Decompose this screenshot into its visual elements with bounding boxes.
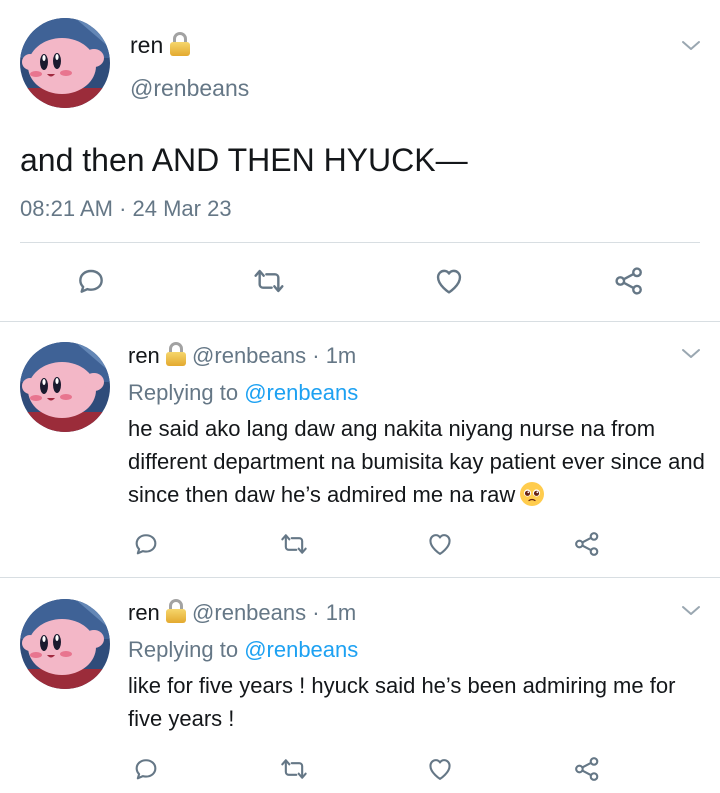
comment-icon[interactable] <box>132 530 160 558</box>
separator: · <box>306 343 326 368</box>
tweet-time[interactable]: 1m <box>326 600 357 625</box>
tweet-text-content: he said ako lang daw ang nakita niyang n… <box>128 416 705 507</box>
avatar[interactable] <box>20 342 110 432</box>
author-name[interactable]: ren <box>128 600 160 625</box>
lock-icon <box>169 32 190 56</box>
share-icon[interactable] <box>573 755 601 783</box>
reply-header: ren @renbeans · 1m <box>128 599 356 626</box>
divider <box>0 577 720 578</box>
heart-icon[interactable] <box>426 530 454 558</box>
replying-to-link[interactable]: @renbeans <box>244 637 358 662</box>
author-name-text: ren <box>130 32 164 58</box>
divider <box>20 242 700 243</box>
chevron-down-icon[interactable] <box>679 599 703 623</box>
avatar[interactable] <box>20 599 110 689</box>
chevron-down-icon[interactable] <box>679 342 703 366</box>
tweet-time[interactable]: 1m <box>326 343 357 368</box>
replying-to: Replying to @renbeans <box>128 380 358 406</box>
author-handle[interactable]: @renbeans <box>192 343 306 368</box>
share-icon[interactable] <box>573 530 601 558</box>
replying-to-label: Replying to <box>128 637 245 662</box>
retweet-icon[interactable] <box>253 265 285 297</box>
lock-icon <box>165 599 186 623</box>
lock-icon <box>165 342 186 366</box>
tweet-text: and then AND THEN HYUCK— <box>20 142 468 178</box>
author-handle[interactable]: @renbeans <box>130 75 249 102</box>
tweet-timestamp[interactable]: 08:21 AM · 24 Mar 23 <box>20 196 232 222</box>
retweet-icon[interactable] <box>280 755 308 783</box>
avatar[interactable] <box>20 18 110 108</box>
tweet-text: he said ako lang daw ang nakita niyang n… <box>128 412 708 511</box>
divider <box>0 321 720 322</box>
heart-icon[interactable] <box>433 265 465 297</box>
replying-to-label: Replying to <box>128 380 245 405</box>
replying-to: Replying to @renbeans <box>128 637 358 663</box>
comment-icon[interactable] <box>75 265 107 297</box>
tweet-text: like for five years ! hyuck said he’s be… <box>128 673 676 731</box>
author-handle[interactable]: @renbeans <box>192 600 306 625</box>
reply-header: ren @renbeans · 1m <box>128 342 356 369</box>
retweet-icon[interactable] <box>280 530 308 558</box>
replying-to-link[interactable]: @renbeans <box>244 380 358 405</box>
pleading-face-emoji <box>520 482 545 506</box>
share-icon[interactable] <box>613 265 645 297</box>
author-name[interactable]: ren <box>128 343 160 368</box>
comment-icon[interactable] <box>132 755 160 783</box>
heart-icon[interactable] <box>426 755 454 783</box>
author-name[interactable]: ren <box>130 32 190 59</box>
separator: · <box>306 600 326 625</box>
chevron-down-icon[interactable] <box>679 34 703 58</box>
